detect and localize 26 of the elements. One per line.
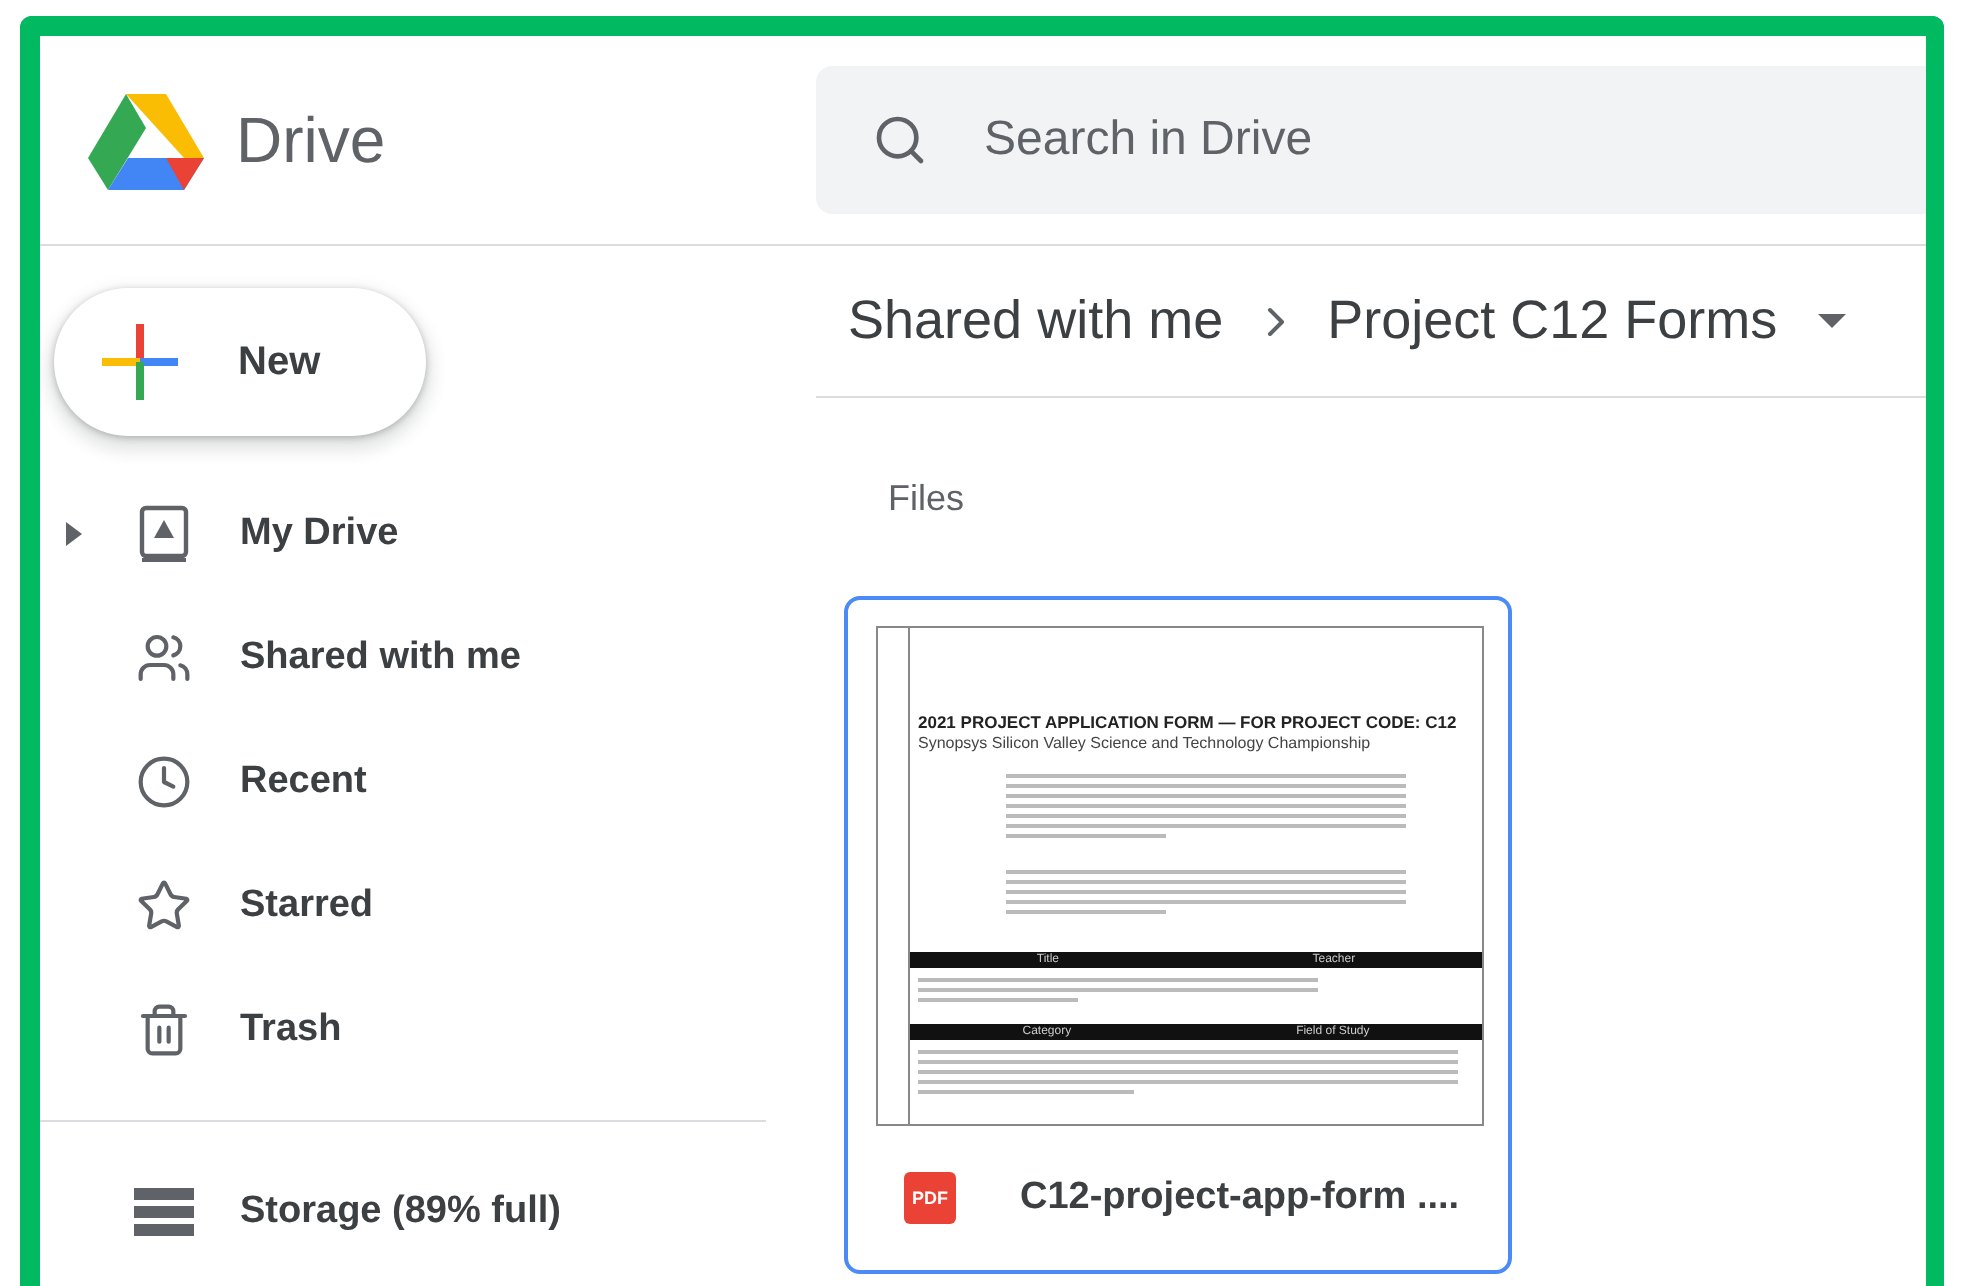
- nav-item[interactable]: Shared with me: [40, 596, 816, 720]
- people-icon: [136, 630, 192, 686]
- app-name: Drive: [236, 103, 386, 177]
- new-button[interactable]: New: [54, 288, 426, 436]
- breadcrumb-item[interactable]: Shared with me: [848, 290, 1224, 352]
- search-field[interactable]: Search in Drive: [980, 110, 1580, 170]
- document-title: 2021 PROJECT APPLICATION FORM — FOR PROJECT CODE: C12: [916, 710, 1459, 732]
- breadcrumb-item[interactable]: Project C12 Forms: [1327, 290, 1778, 352]
- nav-item[interactable]: Recent: [40, 720, 816, 844]
- trash-icon: [136, 1002, 192, 1058]
- search-icon: [872, 112, 928, 168]
- star-icon: [136, 878, 192, 934]
- nav-item[interactable]: Trash: [40, 968, 816, 1092]
- file-name: C12-project-app-form ....: [1020, 1176, 1460, 1220]
- plus-icon: [102, 324, 178, 400]
- drive-icon: [136, 504, 192, 564]
- clock-icon: [136, 754, 192, 810]
- dropdown-icon[interactable]: [1817, 313, 1846, 329]
- storage-icon: [134, 1188, 194, 1236]
- nav-item[interactable]: Starred: [40, 844, 816, 968]
- section-label: Files: [886, 476, 967, 520]
- document-subtitle: Synopsys Silicon Valley Science and Technology Championship: [916, 732, 1373, 752]
- pdf-icon: PDF: [904, 1172, 956, 1224]
- logo-icon: [88, 90, 204, 190]
- nav-item[interactable]: My Drive: [40, 472, 816, 596]
- storage-item[interactable]: Storage (89% full): [40, 1150, 816, 1274]
